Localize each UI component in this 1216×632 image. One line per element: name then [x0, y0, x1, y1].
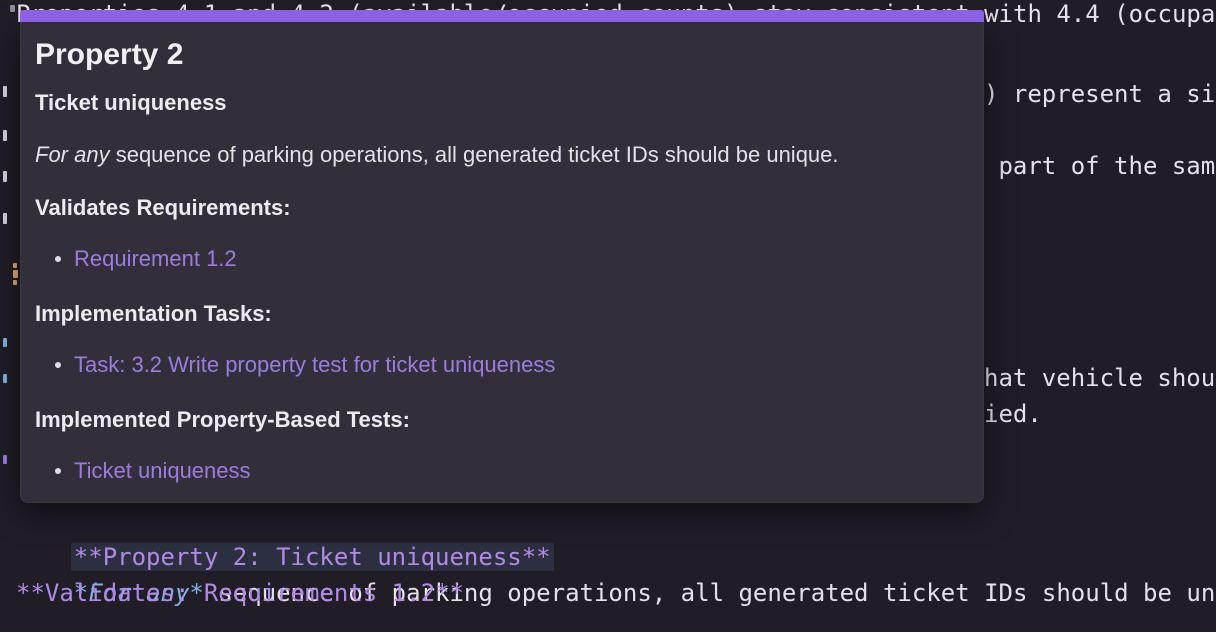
code-fragment — [10, 5, 15, 12]
list-item: Ticket uniqueness — [55, 458, 969, 487]
code-line-fragment[interactable]: ) represent a si — [984, 76, 1215, 112]
code-fragment — [3, 338, 7, 347]
hover-card: Property 2 Ticket uniqueness For any seq… — [20, 22, 984, 503]
statement-emphasis: For any — [35, 142, 110, 167]
hover-title: Property 2 — [35, 37, 969, 73]
section-label-implemented-tests: Implemented Property-Based Tests: — [35, 407, 969, 433]
code-line-fragment[interactable]: part of the sam — [984, 148, 1215, 184]
code-fragment — [3, 455, 7, 464]
code-fragment — [3, 171, 7, 182]
implemented-tests-list: Ticket uniqueness — [35, 458, 969, 487]
task-link[interactable]: Task: 3.2 Write property test for ticket… — [74, 352, 555, 377]
property-statement: For any sequence of parking operations, … — [35, 142, 969, 168]
hover-resize-sash[interactable] — [20, 10, 984, 22]
tasks-list: Task: 3.2 Write property test for ticket… — [35, 352, 969, 381]
code-fragment — [13, 270, 18, 278]
code-fragment — [3, 86, 7, 97]
statement-rest: sequence of parking operations, all gene… — [110, 142, 839, 167]
requirement-link[interactable]: Requirement 1.2 — [74, 246, 237, 271]
code-fragment — [3, 130, 7, 141]
list-item: Task: 3.2 Write property test for ticket… — [55, 352, 969, 381]
code-line-fragment[interactable]: hat vehicle shou — [984, 360, 1215, 396]
code-fragment — [13, 280, 17, 285]
section-label-tasks: Implementation Tasks: — [35, 301, 969, 327]
code-fragment — [13, 263, 17, 268]
code-line-validates[interactable]: **Validates: Requirements 1.2** — [16, 575, 464, 611]
validates-list: Requirement 1.2 — [35, 246, 969, 275]
section-label-validates: Validates Requirements: — [35, 195, 969, 221]
list-item: Requirement 1.2 — [55, 246, 969, 275]
code-fragment — [3, 374, 7, 383]
code-fragment — [3, 213, 7, 224]
test-link[interactable]: Ticket uniqueness — [74, 458, 251, 483]
hover-subtitle: Ticket uniqueness — [35, 90, 969, 116]
code-line-fragment[interactable]: ied. — [984, 396, 1042, 432]
